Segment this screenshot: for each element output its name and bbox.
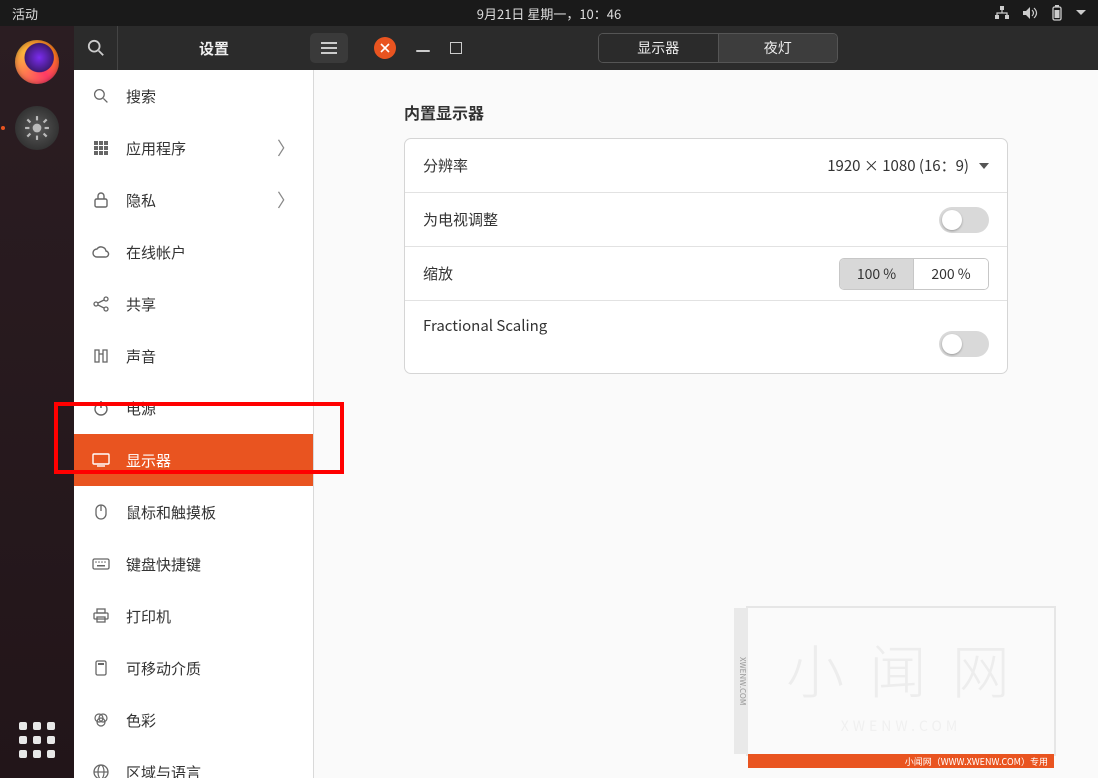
minimize-icon [416,50,430,52]
display-settings-panel: 分辨率 1920 × 1080 (16：9) 为电视调整 缩放 100 % [404,138,1008,374]
resolution-label: 分辨率 [423,155,468,176]
titlebar: 设置 显示器 夜灯 [74,26,1098,70]
dropdown-caret-icon [979,163,989,169]
sidebar-search-button[interactable] [74,26,118,70]
dock-firefox[interactable] [11,36,63,88]
resolution-value: 1920 × 1080 (16：9) [827,155,969,176]
sidebar-item-cloud[interactable]: 在线帐户 [74,226,313,278]
mouse-icon [92,504,110,520]
scale-segmented: 100 % 200 % [839,258,989,290]
scale-label: 缩放 [423,263,453,284]
tv-adjust-toggle[interactable] [939,207,989,233]
sidebar-item-label: 搜索 [126,86,156,107]
network-icon[interactable] [994,6,1010,20]
menu-button[interactable] [310,33,348,63]
row-tv-adjust: 为电视调整 [405,193,1007,247]
sidebar-item-label: 键盘快捷键 [126,554,201,575]
display-icon [92,453,110,467]
keyboard-icon [92,558,110,570]
color-icon [92,713,110,727]
cloud-icon [92,246,110,258]
tv-adjust-label: 为电视调整 [423,209,498,230]
sidebar-item-label: 显示器 [126,450,171,471]
row-scale: 缩放 100 % 200 % [405,247,1007,301]
topbar: 活动 9月21日 星期一，10：46 [0,0,1098,26]
grid-icon [92,140,110,156]
maximize-icon [450,42,462,54]
printer-icon [92,608,110,624]
chevron-right-icon: 〉 [277,187,295,213]
power-icon [92,400,110,416]
sound-icon [92,348,110,364]
watermark-bottom-strip: 小闻网（WWW.XWENW.COM）专用 [748,754,1054,768]
scale-100-button[interactable]: 100 % [840,259,914,289]
hamburger-icon [321,42,337,54]
watermark-side-strip: XWENW.COM [734,608,748,754]
sidebar-item-mouse[interactable]: 鼠标和触摸板 [74,486,313,538]
share-icon [92,296,110,312]
search-icon [92,88,110,104]
sidebar-item-label: 声音 [126,346,156,367]
tab-displays[interactable]: 显示器 [599,34,719,62]
clock[interactable]: 9月21日 星期一，10：46 [477,4,621,23]
sidebar-item-label: 电源 [126,398,156,419]
sidebar-item-media[interactable]: 可移动介质 [74,642,313,694]
sidebar-item-label: 区域与语言 [126,762,201,778]
show-applications-button[interactable] [15,718,59,762]
sidebar-item-label: 应用程序 [126,138,186,159]
sidebar-item-color[interactable]: 色彩 [74,694,313,746]
system-tray[interactable] [994,5,1098,21]
minimize-button[interactable] [416,44,430,52]
search-icon [87,39,105,57]
tab-nightlight[interactable]: 夜灯 [719,34,838,62]
sidebar-item-share[interactable]: 共享 [74,278,313,330]
volume-icon[interactable] [1022,6,1038,20]
chevron-right-icon: 〉 [277,135,295,161]
dock-settings[interactable] [11,102,63,154]
section-title: 内置显示器 [404,100,1008,124]
sidebar-item-label: 共享 [126,294,156,315]
sidebar-item-label: 在线帐户 [126,242,186,263]
sidebar: 搜索应用程序〉隐私〉在线帐户共享声音电源显示器鼠标和触摸板键盘快捷键打印机可移动… [74,70,314,778]
sidebar-item-search[interactable]: 搜索 [74,70,313,122]
sidebar-item-lock[interactable]: 隐私 〉 [74,174,313,226]
lock-icon [92,192,110,208]
scale-200-button[interactable]: 200 % [914,259,988,289]
sidebar-item-printer[interactable]: 打印机 [74,590,313,642]
close-icon [380,43,390,53]
activities-button[interactable]: 活动 [0,4,50,23]
sidebar-item-display[interactable]: 显示器 [74,434,313,486]
fractional-toggle[interactable] [939,331,989,357]
settings-window: 设置 显示器 夜灯 搜索应用程序〉隐私〉在线帐户共享声音电源显示器鼠标和触摸板键… [74,26,1098,778]
sidebar-item-label: 隐私 [126,190,156,211]
sidebar-item-label: 色彩 [126,710,156,731]
globe-icon [92,764,110,778]
row-resolution[interactable]: 分辨率 1920 × 1080 (16：9) [405,139,1007,193]
media-icon [92,660,110,676]
sidebar-item-sound[interactable]: 声音 [74,330,313,382]
fractional-label: Fractional Scaling [423,315,547,336]
sidebar-item-power[interactable]: 电源 [74,382,313,434]
gear-icon [15,106,59,150]
view-switcher: 显示器 夜灯 [598,33,838,63]
sidebar-item-keyboard[interactable]: 键盘快捷键 [74,538,313,590]
chevron-down-icon[interactable] [1076,10,1086,16]
sidebar-item-label: 打印机 [126,606,171,627]
watermark-sub: XWENW.COM [841,716,962,736]
watermark: XWENW.COM 小 闻 网 XWENW.COM 小闻网（WWW.XWENW.… [746,606,1056,756]
sidebar-item-grid[interactable]: 应用程序 〉 [74,122,313,174]
maximize-button[interactable] [450,42,462,54]
row-fractional-scaling: Fractional Scaling [405,301,1007,373]
sidebar-item-label: 鼠标和触摸板 [126,502,216,523]
sidebar-item-globe[interactable]: 区域与语言 [74,746,313,778]
dock [0,26,74,778]
watermark-title: 小 闻 网 [786,626,1016,710]
firefox-icon [15,40,59,84]
sidebar-item-label: 可移动介质 [126,658,201,679]
battery-icon[interactable] [1050,5,1064,21]
window-title: 设置 [118,38,310,59]
close-button[interactable] [374,37,396,59]
